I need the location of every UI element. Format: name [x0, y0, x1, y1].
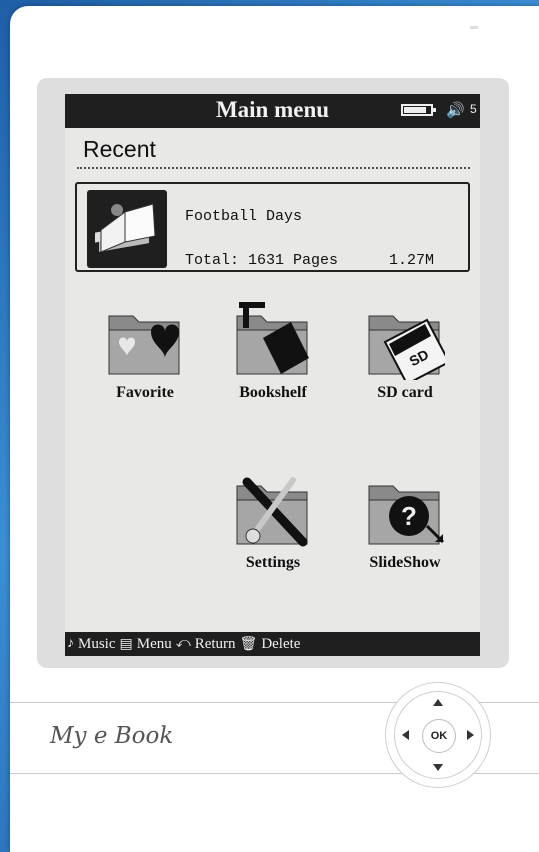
help-folder-icon: ? [368, 485, 445, 545]
ok-button[interactable]: OK [422, 719, 456, 753]
volume-icon: 🔊 [446, 102, 465, 119]
menu-settings[interactable]: Settings [213, 472, 333, 582]
arrow-up-icon[interactable] [433, 699, 443, 706]
book-total-pages: Total: 1631 Pages [185, 252, 339, 269]
bottom-bar: ♪ Music ▤ Menu ⤺ Return 🗑 Delete [65, 632, 480, 656]
screen-bezel: Main menu 🔊 5 Recent Football Days Total… [37, 78, 509, 668]
menu-hint[interactable]: Menu [137, 636, 172, 653]
return-hint[interactable]: Return [195, 636, 236, 653]
menu-list-icon: ▤ [119, 636, 133, 652]
menu-settings-label: Settings [245, 554, 301, 571]
eink-screen: Main menu 🔊 5 Recent Football Days Total… [65, 94, 480, 656]
book-title: Football Days [185, 208, 303, 225]
trash-icon: 🗑 [239, 636, 258, 652]
arrow-left-icon[interactable] [402, 730, 409, 740]
menu-favorite-label: Favorite [116, 384, 174, 401]
delete-hint[interactable]: Delete [261, 636, 300, 653]
divider [77, 167, 470, 169]
sd-card-folder-icon: SD [368, 315, 445, 380]
book-folder-icon [236, 302, 309, 375]
menu-bookshelf[interactable]: Bookshelf [213, 302, 333, 412]
heart-folder-icon [108, 315, 180, 375]
brand-logo: My e Book [50, 723, 174, 749]
book-cover-icon [87, 190, 167, 268]
battery-icon [401, 104, 436, 116]
indicator-light [470, 26, 478, 29]
title-bar: Main menu 🔊 5 [65, 94, 480, 128]
return-arrow-icon: ⤺ [175, 636, 191, 651]
ebook-device: Main menu 🔊 5 Recent Football Days Total… [10, 6, 539, 852]
menu-bookshelf-label: Bookshelf [239, 384, 307, 401]
recent-heading: Recent [83, 136, 156, 162]
arrow-right-icon[interactable] [467, 730, 474, 740]
menu-sd-card-label: SD card [377, 384, 433, 401]
arrow-down-icon[interactable] [433, 764, 443, 771]
battery-level-fill [404, 107, 426, 113]
dpad-ring: OK [394, 691, 482, 779]
music-hint[interactable]: Music [78, 636, 116, 653]
menu-slideshow-label: SlideShow [369, 554, 441, 571]
menu-slideshow[interactable]: ? SlideShow [345, 472, 465, 582]
volume-level: 5 [470, 102, 477, 116]
tools-folder-icon [236, 477, 308, 547]
music-note-icon: ♪ [67, 636, 74, 651]
book-file-size: 1.27M [389, 252, 435, 269]
svg-text:?: ? [401, 501, 417, 531]
menu-sd-card[interactable]: SD SD card [345, 302, 465, 412]
menu-favorite[interactable]: Favorite [85, 302, 205, 412]
dpad: OK [385, 682, 491, 788]
recent-book-item[interactable]: Football Days Total: 1631 Pages 1.27M [75, 182, 470, 272]
